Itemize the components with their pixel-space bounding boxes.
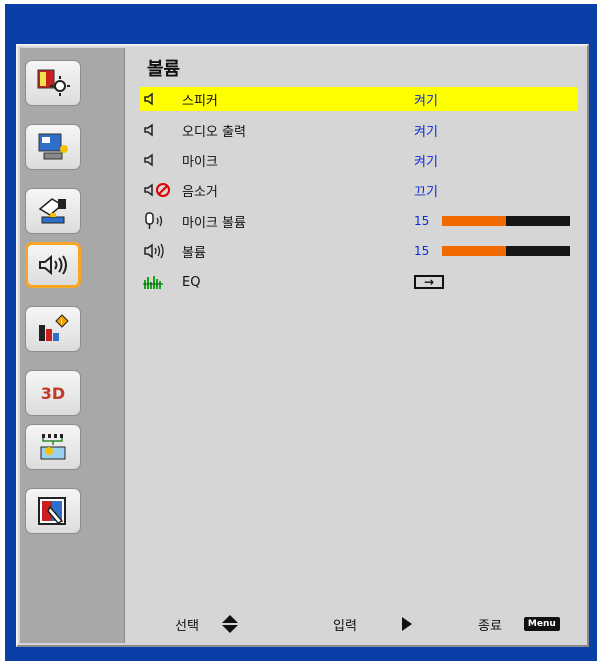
slider-fill: [442, 216, 506, 226]
microphone-volume-icon: [140, 212, 182, 230]
sidebar-item-3d[interactable]: 3D: [25, 370, 81, 416]
menu-item-label: 볼륨: [182, 245, 206, 261]
menu-item-value: 끄기: [414, 184, 438, 200]
menu-item-label: EQ: [182, 274, 201, 290]
play-arrow-icon: [401, 617, 412, 631]
network-icon: [40, 434, 66, 460]
menu-item-mic-volume[interactable]: 마이크 볼륨 15: [140, 209, 578, 233]
footer-enter-label: 입력: [333, 618, 357, 634]
sidebar-item-interactive[interactable]: [25, 488, 81, 534]
display-icon: [38, 133, 68, 160]
menu-item-value: 켜기: [414, 93, 438, 109]
menu-item-label: 마이크: [182, 154, 218, 170]
sidebar-item-setup[interactable]: [25, 188, 81, 234]
menu-item-value: 켜기: [414, 124, 438, 140]
speaker-icon: [140, 153, 182, 167]
volume-slider[interactable]: 15: [414, 244, 570, 258]
sidebar-item-volume[interactable]: [25, 242, 81, 288]
menu-item-microphone[interactable]: 마이크 켜기: [140, 148, 578, 172]
setup-icon: [38, 198, 66, 224]
slider-track: [442, 246, 570, 256]
mic-volume-slider[interactable]: 15: [414, 214, 570, 228]
volume-icon: [140, 243, 182, 259]
menu-item-mute[interactable]: 음소거 끄기: [140, 178, 578, 202]
sidebar-item-display[interactable]: [25, 124, 81, 170]
slider-value: 15: [414, 244, 430, 258]
up-down-arrow-icon: [221, 615, 238, 633]
slider-value: 15: [414, 214, 430, 228]
equalizer-icon: [140, 274, 182, 290]
menu-item-audio-out[interactable]: 오디오 출력 켜기: [140, 118, 578, 142]
menu-item-speaker[interactable]: 스피커 켜기: [140, 87, 578, 111]
mute-icon: [140, 182, 182, 198]
speaker-icon: [140, 123, 182, 137]
menu-item-value: 켜기: [414, 154, 438, 170]
menu-item-volume[interactable]: 볼륨 15: [140, 239, 578, 263]
speaker-icon: [140, 92, 182, 106]
menu-item-label: 음소거: [182, 184, 218, 200]
interactive-icon: [38, 497, 66, 525]
menu-key-icon: Menu: [523, 617, 560, 631]
slider-track: [442, 216, 570, 226]
footer-exit-hint: 종료 Menu: [478, 612, 560, 636]
volume-icon: [39, 254, 67, 276]
sidebar-item-network[interactable]: [25, 424, 81, 470]
arrow-right-icon: →: [423, 275, 435, 289]
menu-item-label: 오디오 출력: [182, 124, 246, 140]
svg-text:i: i: [61, 317, 63, 326]
menu-item-label: 마이크 볼륨: [182, 215, 246, 231]
footer-exit-label: 종료: [478, 618, 502, 634]
sidebar-item-image[interactable]: [25, 60, 81, 106]
footer-select-hint: 선택: [175, 612, 239, 636]
slider-fill: [442, 246, 506, 256]
footer-enter-hint: 입력: [333, 612, 413, 636]
options-icon: i: [39, 314, 69, 341]
image-settings-icon: [37, 69, 70, 96]
page-title: 볼륨: [147, 59, 181, 80]
menu-item-eq[interactable]: EQ →: [140, 270, 578, 294]
footer-select-label: 선택: [175, 618, 199, 634]
enter-submenu-button[interactable]: →: [414, 275, 444, 289]
menu-item-label: 스피커: [182, 93, 218, 109]
3d-label: 3D: [40, 383, 66, 403]
sidebar-item-options[interactable]: i: [25, 306, 81, 352]
